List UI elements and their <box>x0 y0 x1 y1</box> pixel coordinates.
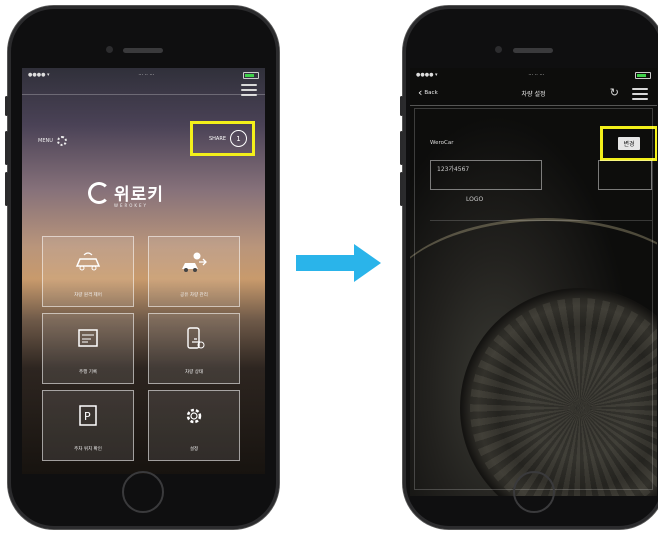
content-frame <box>414 108 653 490</box>
earpiece-speaker <box>513 48 553 53</box>
header-divider <box>22 94 265 95</box>
right-phone: ●●●● ▾ ··· ·· ··· ‹ Back 차량 설정 ↻ WeroCar… <box>400 6 658 529</box>
tile-parking[interactable]: P 주차 위치 확인 <box>42 390 134 461</box>
vehicle-settings-screen: ●●●● ▾ ··· ·· ··· ‹ Back 차량 설정 ↻ WeroCar… <box>410 68 657 496</box>
clock: ··· ·· ··· <box>138 72 155 78</box>
app-logo: 위로키 <box>88 180 164 205</box>
menu-link[interactable]: MENU <box>38 136 67 146</box>
share-toggle-icon[interactable]: 1 <box>230 130 247 147</box>
volume-up-button <box>400 131 403 165</box>
battery-icon <box>243 71 259 79</box>
carrier-signal: ●●●● ▾ <box>416 72 438 78</box>
page-title: 차량 설정 <box>521 90 546 98</box>
share-toggle-highlight[interactable]: SHARE 1 <box>190 121 255 156</box>
silent-switch <box>400 96 403 116</box>
status-bar: ●●●● ▾ ··· ·· ··· <box>22 68 265 82</box>
tile-label: 주차 위치 확인 <box>74 447 102 452</box>
clock: ··· ·· ··· <box>528 72 545 78</box>
tile-driving-log[interactable]: 주행 기록 <box>42 313 134 384</box>
parking-icon: P <box>79 405 97 426</box>
car-share-icon <box>182 252 207 272</box>
gear-icon <box>186 408 202 424</box>
logo-text: 위로키 <box>114 185 164 205</box>
tile-label: 설정 <box>189 447 199 452</box>
logo-subtitle: WEROKEY <box>114 203 149 208</box>
share-toggle-label: SHARE <box>209 135 226 142</box>
battery-icon <box>635 71 651 79</box>
tile-share-manage[interactable]: 공유 차량 관리 <box>148 236 240 307</box>
tile-label: 주행 기록 <box>79 370 97 375</box>
home-button[interactable] <box>513 471 555 513</box>
logbook-icon <box>78 329 98 347</box>
car-remote-icon <box>75 252 101 271</box>
volume-down-button <box>5 172 8 206</box>
tile-label: 차량 상태 <box>185 370 203 375</box>
status-bar: ●●●● ▾ ··· ·· ··· <box>410 68 657 82</box>
navigation-bar: ‹ Back 차량 설정 ↻ <box>410 82 657 104</box>
header-divider <box>410 105 657 106</box>
earpiece-speaker <box>123 48 163 53</box>
volume-down-button <box>400 172 403 206</box>
menu-icon[interactable] <box>632 88 648 100</box>
home-button[interactable] <box>122 471 164 513</box>
refresh-icon[interactable]: ↻ <box>610 86 619 99</box>
menu-link-label: MENU <box>38 138 53 144</box>
settings-gear-icon <box>56 136 67 146</box>
home-screen: ●●●● ▾ ··· ·· ··· MENU SHARE 1 위로키 WEROK… <box>22 68 265 474</box>
volume-up-button <box>5 131 8 165</box>
silent-switch <box>5 96 8 116</box>
tile-remote-control[interactable]: 차량 원격 제어 <box>42 236 134 307</box>
phone-car-icon <box>187 327 205 349</box>
svg-text:P: P <box>84 410 91 423</box>
carrier-signal: ●●●● ▾ <box>28 72 50 78</box>
front-camera <box>106 46 113 53</box>
tile-label: 공유 차량 관리 <box>180 293 208 298</box>
front-camera <box>495 46 502 53</box>
logo-mark-icon <box>88 181 110 204</box>
left-phone: ●●●● ▾ ··· ·· ··· MENU SHARE 1 위로키 WEROK… <box>5 6 279 529</box>
transition-arrow-icon <box>296 244 382 282</box>
tile-label: 차량 원격 제어 <box>74 293 102 298</box>
tile-vehicle-status[interactable]: 차량 상태 <box>148 313 240 384</box>
tile-settings[interactable]: 설정 <box>148 390 240 461</box>
